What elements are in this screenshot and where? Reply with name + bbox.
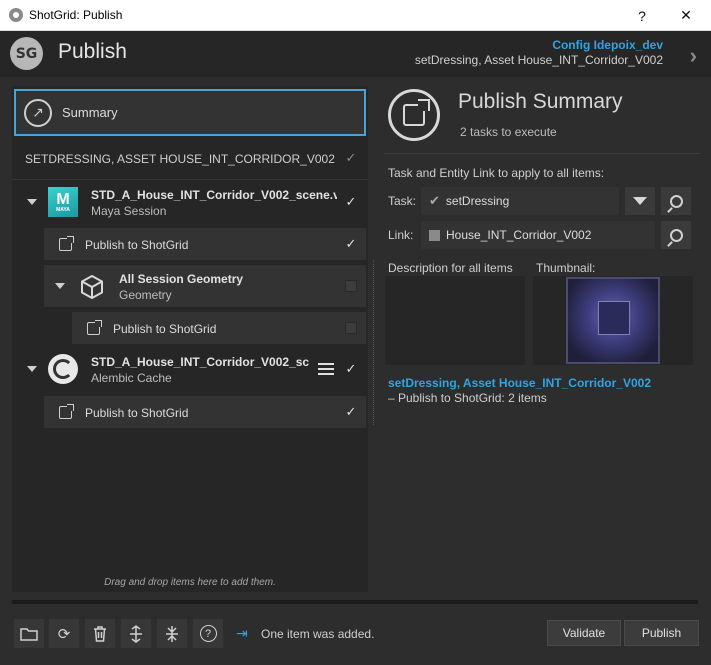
close-button[interactable]: ✕ [664, 0, 708, 31]
item-title: STD_A_House_INT_Corridor_V002_scene.a [91, 355, 309, 369]
task-label: Publish to ShotGrid [113, 322, 217, 336]
expand-all-icon[interactable] [121, 619, 151, 648]
expand-arrow-icon[interactable] [27, 366, 37, 372]
external-link-icon [87, 320, 102, 335]
context-label: setDressing, Asset House_INT_Corridor_V0… [414, 53, 663, 67]
item-title: All Session Geometry [119, 272, 244, 286]
task-field[interactable]: ✔ setDressing [421, 187, 619, 215]
external-link-icon [59, 236, 74, 251]
validate-button[interactable]: Validate [547, 620, 621, 646]
task-field-value: setDressing [445, 194, 510, 208]
refresh-icon[interactable]: ⟳ [49, 619, 79, 648]
item-checkbox[interactable]: ✓ [345, 195, 357, 208]
config-label: Config Idepoix_dev [552, 38, 663, 52]
progress-bar [12, 600, 698, 604]
status-message: One item was added. [261, 627, 375, 641]
summary-title: Publish Summary [458, 90, 623, 113]
expand-arrow-icon[interactable] [27, 199, 37, 205]
help-icon[interactable]: ? [193, 619, 223, 648]
app-header: SG Publish Config Idepoix_dev setDressin… [0, 31, 711, 77]
publish-tree[interactable]: ↗ Summary SETDRESSING, ASSET HOUSE_INT_C… [12, 86, 368, 592]
apply-label: Task and Entity Link to apply to all ite… [388, 166, 605, 180]
item-subtitle: Geometry [119, 288, 172, 302]
item-subtitle: Maya Session [91, 204, 167, 218]
trash-icon[interactable] [85, 619, 115, 648]
link-search-button[interactable] [661, 221, 691, 249]
thumbnail-area[interactable] [533, 276, 693, 365]
summary-detail: – Publish to ShotGrid: 2 items [388, 391, 547, 405]
task-checkbox[interactable] [345, 322, 357, 334]
tree-task-publish[interactable]: Publish to ShotGrid ✓ [44, 228, 366, 260]
search-icon [669, 194, 683, 208]
checkmark-icon: ✔ [429, 193, 440, 208]
entity-icon [429, 229, 440, 241]
page-title: Publish [58, 40, 127, 63]
summary-label: Summary [62, 105, 118, 120]
expand-arrow-icon[interactable] [55, 283, 65, 289]
summary-context-link[interactable]: setDressing, Asset House_INT_Corridor_V0… [388, 376, 651, 390]
tree-item-maya-session[interactable]: M MAYA STD_A_House_INT_Corridor_V002_scen… [12, 181, 368, 223]
help-button[interactable]: ? [620, 0, 664, 31]
item-checkbox[interactable] [345, 280, 357, 292]
external-link-icon [59, 404, 74, 419]
collapse-all-icon[interactable] [157, 619, 187, 648]
panel-splitter[interactable] [373, 260, 374, 425]
context-row[interactable]: SETDRESSING, ASSET HOUSE_INT_CORRIDOR_V0… [12, 138, 368, 180]
summary-item[interactable]: ↗ Summary [14, 89, 366, 136]
window-title: ShotGrid: Publish [29, 8, 123, 22]
tree-item-geometry[interactable]: All Session Geometry Geometry [44, 265, 366, 307]
summary-panel: Publish Summary 2 tasks to execute Task … [382, 86, 700, 592]
app-icon [9, 8, 23, 22]
maya-icon: M MAYA [48, 187, 78, 217]
task-field-label: Task: [388, 194, 417, 208]
external-link-icon: ↗ [24, 98, 52, 127]
alembic-icon [48, 354, 78, 384]
tree-item-alembic[interactable]: STD_A_House_INT_Corridor_V002_scene.a Al… [12, 348, 368, 390]
item-subtitle: Alembic Cache [91, 371, 172, 385]
task-label: Publish to ShotGrid [85, 406, 189, 420]
link-field-label: Link: [388, 228, 414, 242]
context-row-label: SETDRESSING, ASSET HOUSE_INT_CORRIDOR_V0… [25, 151, 335, 166]
task-dropdown-button[interactable] [625, 187, 655, 215]
description-label: Description for all items [388, 261, 513, 275]
thumbnail-image [566, 277, 660, 364]
summary-subtitle: 2 tasks to execute [460, 125, 557, 139]
thumbnail-label: Thumbnail: [536, 261, 596, 275]
folder-icon[interactable] [14, 619, 44, 648]
link-field[interactable]: House_INT_Corridor_V002 [421, 221, 655, 249]
divider [384, 153, 700, 154]
link-field-value: House_INT_Corridor_V002 [446, 228, 592, 242]
context-checkbox[interactable]: ✓ [345, 151, 357, 164]
task-checkbox[interactable]: ✓ [345, 237, 357, 250]
item-checkbox[interactable]: ✓ [345, 362, 357, 375]
tree-task-publish[interactable]: Publish to ShotGrid [72, 312, 366, 344]
task-label: Publish to ShotGrid [85, 238, 189, 252]
sign-in-icon: ⇥ [236, 625, 248, 641]
chevron-down-icon [633, 197, 647, 205]
drag-drop-hint: Drag and drop items here to add them. [104, 577, 276, 588]
publish-button[interactable]: Publish [624, 620, 699, 646]
shotgrid-logo-icon: SG [10, 37, 43, 70]
cube-icon [81, 275, 103, 299]
item-title: STD_A_House_INT_Corridor_V002_scene.v011… [91, 188, 337, 202]
menu-icon[interactable] [318, 363, 334, 375]
publish-summary-icon [388, 89, 440, 141]
search-icon [669, 228, 683, 242]
task-checkbox[interactable]: ✓ [345, 405, 357, 418]
window-titlebar: ShotGrid: Publish ? ✕ [0, 0, 711, 31]
description-input[interactable] [385, 276, 525, 365]
task-search-button[interactable] [661, 187, 691, 215]
tree-task-publish[interactable]: Publish to ShotGrid ✓ [44, 396, 366, 428]
chevron-right-icon[interactable]: › [690, 43, 697, 69]
